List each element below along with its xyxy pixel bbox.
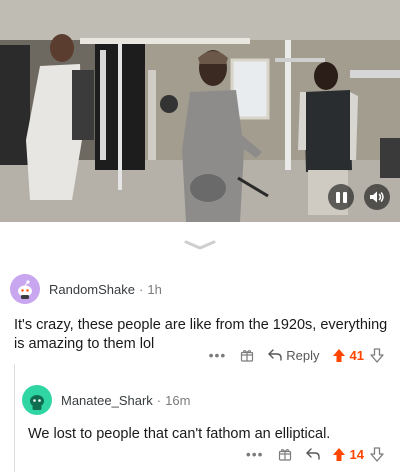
chevron-down-icon [184,240,216,250]
vote-control: 41 [332,348,384,363]
snoo-avatar-icon [30,395,44,410]
gift-icon [278,448,291,461]
avatar[interactable] [22,385,52,415]
award-button[interactable] [278,447,292,461]
comment-time: 16m [165,392,191,408]
vote-control: 14 [332,447,384,462]
more-options-icon[interactable]: ••• [209,347,227,363]
comment-username[interactable]: Manatee_Shark [61,393,153,408]
thread-line[interactable] [14,364,15,472]
pause-icon [334,191,348,203]
downvote-icon[interactable] [370,347,384,363]
separator-dot: · [156,392,162,408]
comment-time: 1h [147,281,162,297]
comment-manatee-shark: Manatee_Shark · 16m We lost to people th… [22,385,390,444]
comment-username[interactable]: RandomShake [49,282,135,297]
award-button[interactable] [240,348,254,362]
vote-score: 41 [349,347,364,363]
volume-icon [370,191,384,203]
separator-dot: · [139,281,144,297]
reply-button[interactable] [305,448,320,460]
comment-header: Manatee_Shark · 16m [22,385,390,415]
sheet-handle[interactable] [184,240,216,250]
downvote-icon[interactable] [370,446,384,462]
comment-randomshake: RandomShake · 1h It's crazy, these peopl… [10,274,390,354]
vote-score: 14 [349,446,364,462]
gift-icon [241,349,254,362]
volume-button[interactable] [364,184,390,210]
comments-sheet: RandomShake · 1h It's crazy, these peopl… [0,222,400,472]
comment-header: RandomShake · 1h [10,274,390,304]
snoo-avatar-icon [18,280,32,299]
pause-button[interactable] [328,184,354,210]
upvote-icon[interactable] [332,447,346,462]
avatar[interactable] [10,274,40,304]
comment-text: We lost to people that can't fathom an e… [28,426,331,442]
video-player[interactable] [0,0,400,222]
reply-icon [305,448,320,460]
upvote-icon[interactable] [332,348,346,363]
reply-button[interactable]: Reply [268,347,320,363]
more-options-icon[interactable]: ••• [246,446,264,462]
reply-label: Reply [286,347,320,363]
reply-icon [268,349,282,361]
video-controls [328,184,390,210]
comment-actions: ••• 14 [232,446,384,462]
comment-actions: ••• Reply 41 [195,347,384,363]
